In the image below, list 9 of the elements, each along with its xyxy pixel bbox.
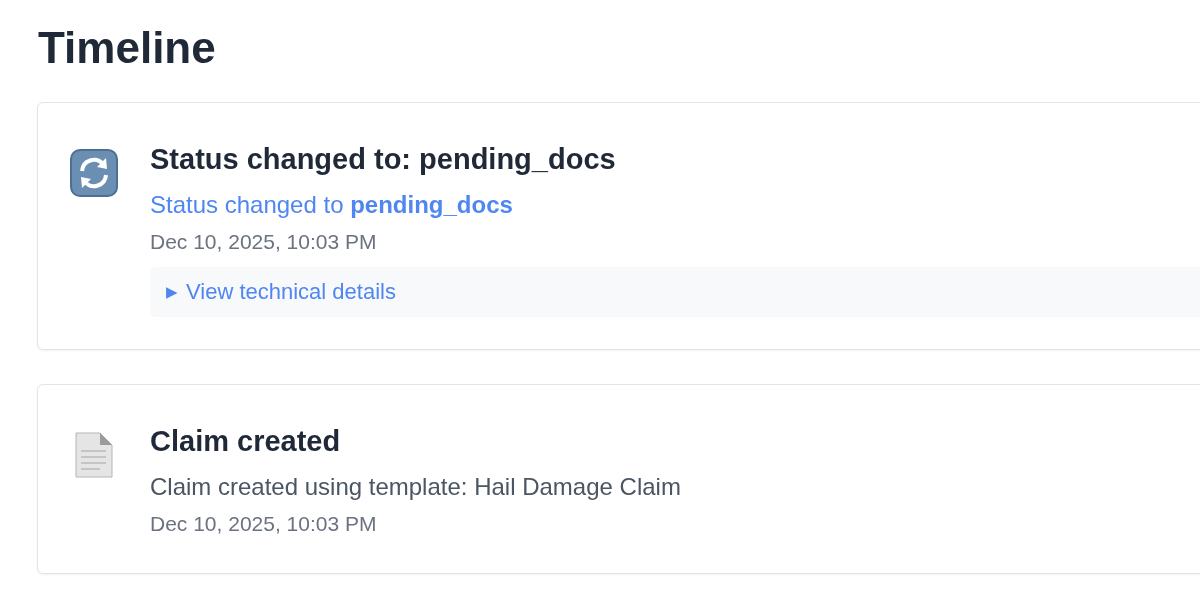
event-description: Status changed to pending_docs <box>150 190 514 220</box>
refresh-icon <box>70 149 118 197</box>
event-title: Status changed to: pending_docs <box>150 142 617 177</box>
event-timestamp: Dec 10, 2025, 10:03 PM <box>150 229 378 255</box>
technical-details-toggle[interactable]: ▶ View technical details <box>166 279 396 305</box>
event-timestamp: Dec 10, 2025, 10:03 PM <box>150 511 378 537</box>
event-title: Claim created <box>150 424 342 459</box>
event-description: Claim created using template: Hail Damage Claim <box>150 472 682 502</box>
page-title: Timeline <box>38 22 217 74</box>
